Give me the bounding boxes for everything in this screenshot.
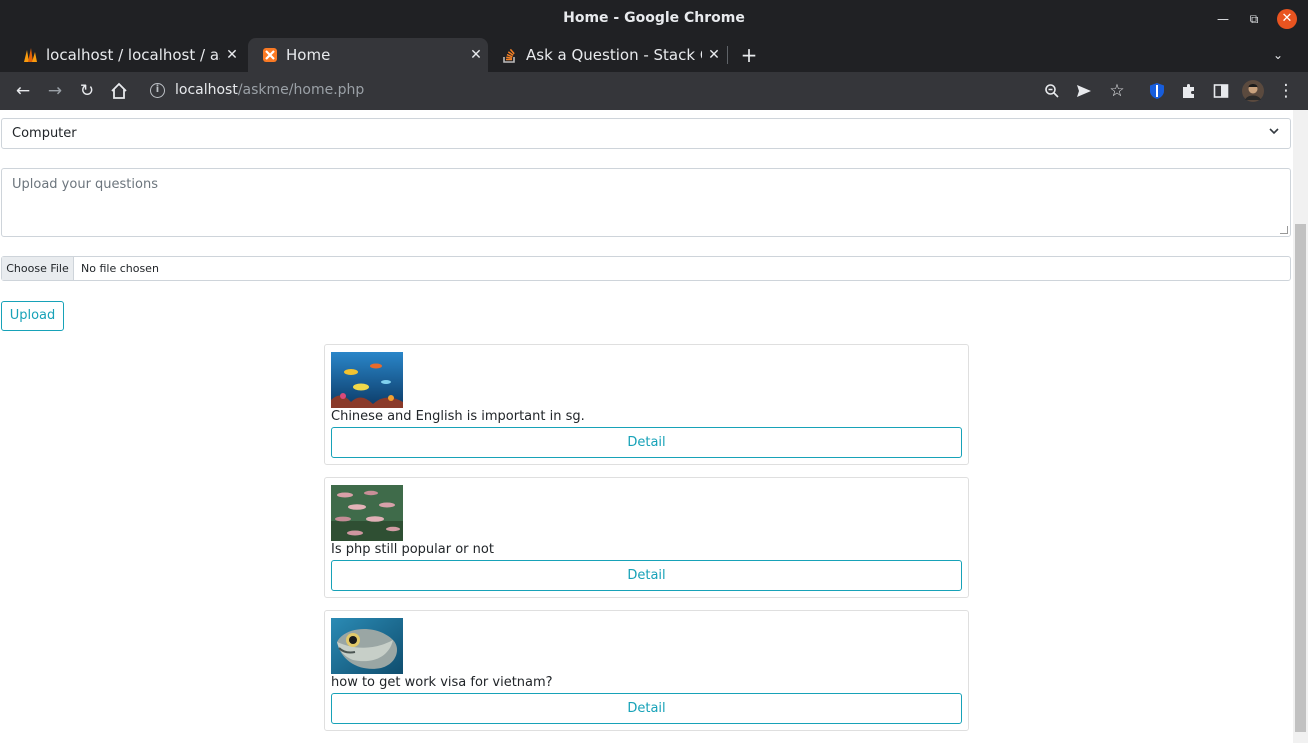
new-tab-icon[interactable]: +: [737, 38, 761, 72]
question-textarea[interactable]: Upload your questions: [1, 168, 1291, 237]
tab-divider: [727, 46, 728, 64]
question-image-fish-school: [331, 485, 403, 541]
tab-phpmyadmin[interactable]: localhost / localhost / askme ✕: [8, 38, 244, 72]
question-image-fish-closeup: [331, 618, 403, 674]
chevron-down-icon: [1268, 125, 1280, 140]
send-icon[interactable]: [1072, 79, 1096, 103]
window-titlebar: Home - Google Chrome — ⧉ ✕: [0, 0, 1308, 38]
detail-button[interactable]: Detail: [331, 560, 962, 591]
upload-button[interactable]: Upload: [1, 301, 64, 331]
tab-label: Home: [286, 46, 331, 64]
choose-file-button[interactable]: Choose File: [2, 257, 74, 280]
url-path: /askme/home.php: [237, 82, 365, 98]
tab-search-chevron-icon[interactable]: ⌄: [1266, 38, 1290, 72]
site-info-icon[interactable]: i: [150, 83, 165, 98]
detail-button[interactable]: Detail: [331, 693, 962, 724]
page-content: Computer Upload your questions Choose Fi…: [0, 110, 1308, 743]
question-text: Chinese and English is important in sg.: [331, 409, 585, 424]
detail-button[interactable]: Detail: [331, 427, 962, 458]
tab-strip: localhost / localhost / askme ✕ Home ✕ A…: [0, 38, 1308, 72]
question-image-aquarium: [331, 352, 403, 408]
file-status-text: No file chosen: [81, 262, 159, 275]
bookmark-star-icon[interactable]: ☆: [1105, 79, 1129, 103]
reload-icon[interactable]: ↻: [75, 79, 99, 103]
profile-avatar-icon[interactable]: [1241, 79, 1265, 103]
question-placeholder: Upload your questions: [12, 177, 158, 192]
forward-icon[interactable]: →: [43, 79, 67, 103]
window-title: Home - Google Chrome: [563, 10, 745, 26]
home-icon[interactable]: [107, 79, 131, 103]
more-menu-icon[interactable]: ⋮: [1274, 79, 1298, 103]
question-card: Chinese and English is important in sg. …: [324, 344, 969, 465]
file-input[interactable]: Choose File No file chosen: [1, 256, 1291, 281]
tab-home[interactable]: Home ✕: [248, 38, 488, 72]
question-text: Is php still popular or not: [331, 542, 494, 557]
zoom-icon[interactable]: [1040, 79, 1064, 103]
stackoverflow-icon: [503, 48, 515, 63]
page-scrollbar[interactable]: [1293, 110, 1308, 743]
url-text: localhost/askme/home.php: [175, 82, 364, 98]
tab-label: Ask a Question - Stack Overflow: [526, 46, 702, 64]
phpmyadmin-icon: [24, 48, 37, 62]
close-tab-icon[interactable]: ✕: [220, 47, 244, 63]
close-window-icon[interactable]: ✕: [1277, 9, 1297, 29]
xampp-icon: [263, 48, 277, 62]
browser-toolbar: ← → ↻ i localhost/askme/home.php ☆ ⋮: [0, 72, 1308, 110]
question-card: Is php still popular or not Detail: [324, 477, 969, 598]
shield-extension-icon[interactable]: [1145, 79, 1169, 103]
minimize-icon[interactable]: —: [1213, 9, 1233, 29]
url-host: localhost: [175, 82, 238, 98]
resize-grip-icon[interactable]: [1280, 226, 1288, 234]
category-selected-value: Computer: [12, 126, 77, 141]
back-icon[interactable]: ←: [11, 79, 35, 103]
close-tab-icon[interactable]: ✕: [702, 47, 726, 63]
tab-stackoverflow[interactable]: Ask a Question - Stack Overflow ✕: [488, 38, 726, 72]
close-tab-icon[interactable]: ✕: [464, 47, 488, 63]
category-select[interactable]: Computer: [1, 118, 1291, 149]
address-bar[interactable]: i localhost/askme/home.php: [140, 76, 1140, 106]
side-panel-icon[interactable]: [1209, 79, 1233, 103]
tab-label: localhost / localhost / askme: [46, 46, 220, 64]
restore-icon[interactable]: ⧉: [1244, 9, 1264, 29]
question-text: how to get work visa for vietnam?: [331, 675, 553, 690]
extensions-puzzle-icon[interactable]: [1177, 79, 1201, 103]
scrollbar-thumb[interactable]: [1295, 224, 1306, 732]
question-card: how to get work visa for vietnam? Detail: [324, 610, 969, 731]
